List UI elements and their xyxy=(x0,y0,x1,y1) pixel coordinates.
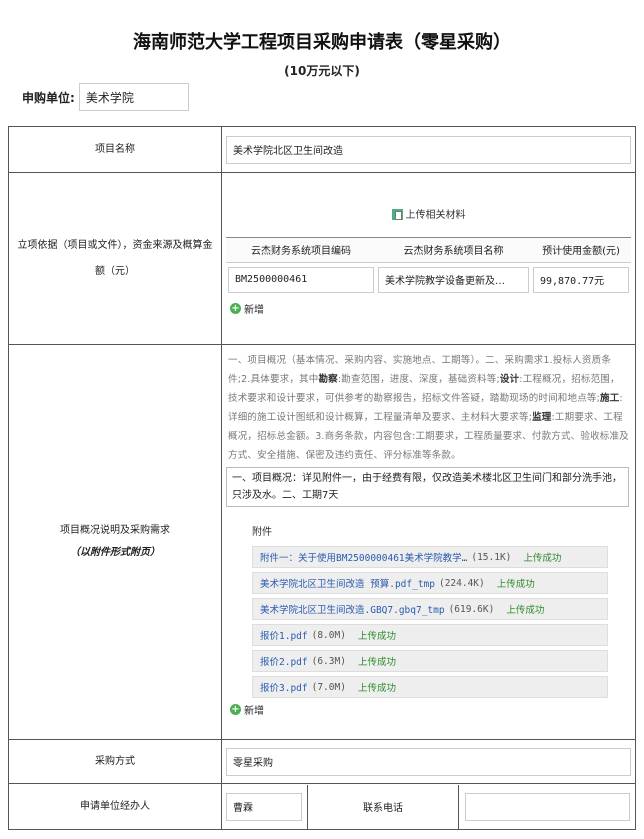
attachment-name[interactable]: 附件一：关于使用BM2500000461美术学院教学… xyxy=(260,550,467,564)
phone-label: 联系电话 xyxy=(363,803,403,814)
add-icon: + xyxy=(230,302,241,314)
attachments-title: 附件 xyxy=(252,527,272,538)
handler-label: 申请单位经办人 xyxy=(8,783,222,830)
attachment-name[interactable]: 报价3.pdf xyxy=(260,680,308,694)
project-code-field[interactable]: BM2500000461 xyxy=(228,266,374,293)
purchase-method-label: 采购方式 xyxy=(8,739,222,784)
add-icon: + xyxy=(230,704,241,715)
overview-sublabel: （以附件形式附页） xyxy=(70,547,160,558)
table-row: BM2500000461 美术学院教学设备更新及… 99,870.77元 xyxy=(226,262,631,297)
project-name-select[interactable]: 美术学院教学设备更新及… xyxy=(378,266,529,293)
column-header-amount: 预计使用金额(元) xyxy=(531,236,631,263)
attachment-size: (619.6K) xyxy=(448,603,495,615)
attachment-size: (15.1K) xyxy=(471,551,512,563)
column-header-name: 云杰财务系统项目名称 xyxy=(376,236,531,263)
attachment-name[interactable]: 报价2.pdf xyxy=(260,654,308,668)
attachment-item[interactable]: 美术学院北区卫生间改造.GBQ7.gbq7_tmp (619.6K) 上传成功 xyxy=(252,598,608,620)
add-attachment-button[interactable]: + 新增 xyxy=(230,702,631,717)
attachment-status: 上传成功 xyxy=(506,605,545,616)
divider xyxy=(458,784,459,829)
project-name-field[interactable]: 美术学院北区卫生间改造 xyxy=(226,135,631,164)
upload-materials-label: 上传相关材料 xyxy=(405,209,466,221)
attachment-name[interactable]: 报价1.pdf xyxy=(260,628,308,642)
attachment-item[interactable]: 美术学院北区卫生间改造 预算.pdf_tmp (224.4K) 上传成功 xyxy=(252,572,608,594)
handler-cell: 曹霖 联系电话 xyxy=(221,783,636,830)
purchase-method-cell: 零星采购 xyxy=(221,739,636,784)
purchasing-unit-field[interactable]: 美术学院 xyxy=(78,83,189,111)
attachment-status: 上传成功 xyxy=(357,683,396,694)
page-title: 海南师范大学工程项目采购申请表（零星采购） xyxy=(133,32,511,53)
purchase-method-field[interactable]: 零星采购 xyxy=(226,747,631,776)
attachment-status: 上传成功 xyxy=(357,657,396,668)
attachment-size: (6.3M) xyxy=(311,655,346,667)
attachment-item[interactable]: 报价2.pdf (6.3M) 上传成功 xyxy=(252,650,608,672)
add-attachment-label: 新增 xyxy=(244,706,264,717)
project-name-label: 项目名称 xyxy=(8,126,222,173)
attachment-item[interactable]: 报价1.pdf (8.0M) 上传成功 xyxy=(252,624,608,646)
project-name-cell: 美术学院北区卫生间改造 xyxy=(221,126,636,173)
page-subtitle: (10万元以下) xyxy=(284,64,360,78)
attachment-status: 上传成功 xyxy=(496,579,535,590)
attachment-size: (7.0M) xyxy=(311,681,346,693)
attachment-name[interactable]: 美术学院北区卫生间改造 预算.pdf_tmp xyxy=(260,576,435,590)
add-budget-row-label: 新增 xyxy=(244,304,264,316)
purchasing-unit-label: 申购单位: xyxy=(22,90,75,105)
attachment-name[interactable]: 美术学院北区卫生间改造.GBQ7.gbq7_tmp xyxy=(260,602,445,616)
handler-row: 曹霖 联系电话 xyxy=(222,784,635,829)
application-form: 项目名称 美术学院北区卫生间改造 立项依据（项目或文件），资金来源及概算金额（元… xyxy=(8,126,636,830)
handler-name-field[interactable]: 曹霖 xyxy=(226,792,302,821)
basis-cell: 上传相关材料 云杰财务系统项目编码 云杰财务系统项目名称 预计使用金额(元) B… xyxy=(221,172,636,345)
attachment-status: 上传成功 xyxy=(357,631,396,642)
attachment-item[interactable]: 附件一：关于使用BM2500000461美术学院教学… (15.1K) 上传成功 xyxy=(252,546,608,568)
attachment-size: (224.4K) xyxy=(438,577,485,589)
upload-file-icon xyxy=(391,208,403,220)
attachment-status: 上传成功 xyxy=(523,553,562,564)
column-header-code: 云杰财务系统项目编码 xyxy=(226,236,376,263)
overview-cell: 一、项目概况（基本情况、采购内容、实施地点、工期等）。二、采购需求1.投标人资质… xyxy=(221,344,636,740)
attachment-item[interactable]: 报价3.pdf (7.0M) 上传成功 xyxy=(252,676,608,698)
purchasing-unit-row: 申购单位: 美术学院 xyxy=(22,83,189,111)
requirement-hint: 一、项目概况（基本情况、采购内容、实施地点、工期等）。二、采购需求1.投标人资质… xyxy=(228,355,629,461)
budget-table: 云杰财务系统项目编码 云杰财务系统项目名称 预计使用金额(元) BM250000… xyxy=(226,236,631,297)
upload-materials-button[interactable]: 上传相关材料 xyxy=(226,206,631,221)
attachment-size: (8.0M) xyxy=(311,629,346,641)
amount-field[interactable]: 99,870.77元 xyxy=(533,266,629,293)
add-budget-row-button[interactable]: + 新增 xyxy=(230,301,631,316)
phone-field[interactable] xyxy=(465,792,630,821)
overview-textarea[interactable]: 一、项目概况：详见附件一，由于经费有限，仅改造美术楼北区卫生间门和部分洗手池，只… xyxy=(226,467,629,507)
overview-label: 项目概况说明及采购需求 xyxy=(60,525,170,536)
overview-label-cell: 项目概况说明及采购需求 （以附件形式附页） xyxy=(8,344,222,740)
basis-label: 立项依据（项目或文件），资金来源及概算金额（元） xyxy=(8,172,222,345)
